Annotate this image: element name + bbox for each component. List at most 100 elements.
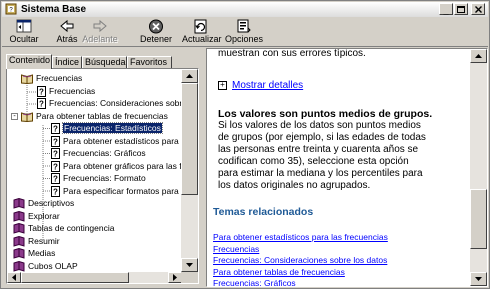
tree-item-label: Descriptivos — [28, 198, 75, 208]
tree-item[interactable]: Frecuencias — [21, 73, 82, 84]
toolbar: Ocultar Atrás Adelante Detener Actualiza… — [2, 18, 488, 47]
tree-horizontal-scrollbar[interactable] — [7, 272, 182, 283]
closed-book-icon — [13, 223, 25, 234]
tab-favorites-label: Favoritos — [130, 57, 168, 67]
scroll-corner — [181, 272, 198, 283]
tree-vertical-scrollbar[interactable] — [181, 69, 198, 272]
body-text-line: las personas entre treinta y cuarenta añ… — [218, 144, 419, 155]
maximize-icon — [457, 5, 465, 13]
arrow-right-icon — [173, 274, 177, 281]
tree-item-label: Tablas de contingencia — [28, 223, 115, 233]
tree-item[interactable]: ? Frecuencias: Consideraciones sobre los … — [37, 98, 182, 109]
svg-text:?: ? — [53, 137, 58, 146]
tab-favorites[interactable]: Favoritos — [127, 56, 172, 68]
tree-item[interactable]: Descriptivos — [13, 198, 74, 209]
related-topic-link[interactable]: Frecuencias: Gráficos — [213, 278, 296, 286]
svg-text:?: ? — [53, 162, 58, 171]
tree-item[interactable]: ? Para especificar formatos para las frec… — [51, 185, 182, 197]
help-page-icon: ? — [51, 135, 60, 147]
refresh-button[interactable]: Actualizar — [182, 18, 222, 46]
tree-item-label: Frecuencias: Gráficos — [63, 148, 146, 158]
refresh-label: Actualizar — [182, 34, 222, 44]
related-topic-link[interactable]: Frecuencias: Consideraciones sobre los d… — [213, 255, 387, 265]
maximize-button[interactable] — [454, 3, 468, 15]
tree-scroll-left-button[interactable] — [7, 272, 21, 283]
topic-pane: muestran con sus errores típicos. + Mostr… — [206, 48, 488, 287]
related-topic-link[interactable]: Para obtener estadísticos para las frecu… — [213, 232, 388, 242]
arrow-down-icon — [186, 263, 193, 267]
back-button[interactable]: Atrás — [54, 18, 80, 46]
related-topic-link[interactable]: Frecuencias — [213, 244, 259, 254]
help-page-icon: ? — [51, 173, 60, 184]
section-heading: Los valores son puntos medios de grupos. — [218, 108, 433, 120]
tab-search[interactable]: Búsqueda — [82, 56, 127, 68]
tree-item[interactable]: Cubos OLAP — [13, 260, 78, 272]
hide-label: Ocultar — [9, 34, 39, 44]
options-icon — [237, 19, 251, 33]
help-book-icon: ? — [5, 3, 17, 15]
show-details-toggle[interactable]: + Mostrar detalles — [218, 80, 303, 92]
svg-text:?: ? — [53, 175, 58, 184]
forward-button[interactable]: Adelante — [82, 18, 118, 46]
topic-scroll-up-button[interactable] — [470, 49, 487, 63]
closed-book-icon — [13, 210, 25, 222]
tree-item[interactable]: ? Para obtener gráficos para las frecuenc… — [51, 160, 182, 172]
body-text-line: para estimar la mediana y los percentile… — [218, 168, 423, 179]
show-details-link[interactable]: Mostrar detalles — [232, 80, 303, 91]
tree-scroll-down-button[interactable] — [181, 258, 198, 272]
tree-item-label: Frecuencias: Estadísticos — [62, 122, 163, 134]
tree-item[interactable]: ? Frecuencias: Gráficos — [51, 148, 146, 159]
tree-item-label: Cubos OLAP — [28, 260, 78, 271]
help-page-icon: ? — [37, 85, 46, 97]
back-label: Atrás — [56, 34, 78, 44]
title-bar[interactable]: ? Sistema Base _ — [2, 2, 488, 17]
closed-book-icon — [13, 248, 25, 259]
related-topic-link[interactable]: Para obtener tablas de frecuencias — [213, 267, 345, 277]
close-window-button[interactable] — [471, 3, 485, 15]
contents-tree-box: Frecuencias? Frecuencias? Frecuencias: Con… — [6, 68, 199, 284]
tree-item[interactable]: Medias — [13, 248, 55, 259]
topic-scroll-down-button[interactable] — [470, 272, 487, 286]
forward-label: Adelante — [82, 34, 118, 44]
contents-tree[interactable]: Frecuencias? Frecuencias? Frecuencias: Con… — [7, 69, 182, 272]
topic-vertical-scrollbar[interactable] — [470, 49, 487, 286]
help-page-icon: ? — [51, 123, 60, 134]
tree-item[interactable]: ? Frecuencias: Estadísticos — [51, 122, 163, 134]
tree-scroll-right-button[interactable] — [168, 272, 182, 283]
tree-item-label: Para obtener estadísticos para las frecu… — [63, 135, 182, 146]
tab-index[interactable]: Índice — [52, 56, 82, 68]
tree-scroll-up-button[interactable] — [181, 69, 198, 83]
tree-item[interactable]: ? Frecuencias: Formato — [51, 173, 146, 184]
expand-plus-icon: + — [218, 80, 227, 90]
tree-item-label: Medias — [28, 248, 56, 258]
tab-contents[interactable]: Contenido — [6, 54, 52, 69]
options-button[interactable]: Opciones — [225, 18, 264, 46]
tree-item-label: Resumir — [28, 235, 60, 246]
closed-book-icon — [13, 260, 25, 272]
help-page-icon: ? — [51, 185, 60, 197]
help-page-icon: ? — [37, 98, 46, 109]
hide-button[interactable]: Ocultar — [8, 18, 40, 46]
tree-collapse-toggle[interactable]: - — [11, 112, 18, 120]
minimize-button[interactable]: _ — [439, 3, 453, 15]
topic-scroll-thumb[interactable] — [470, 189, 487, 249]
tree-item[interactable]: ? Para obtener estadísticos para las frec… — [51, 135, 182, 147]
options-label: Opciones — [225, 34, 264, 44]
arrow-left-icon — [12, 274, 16, 281]
tree-item-label: Para obtener gráficos para las frecuenci… — [63, 160, 182, 171]
window-title: Sistema Base — [21, 4, 87, 15]
tree-item[interactable]: ? Frecuencias — [37, 85, 95, 97]
tree-item-label: Para obtener tablas de frecuencias — [36, 110, 168, 121]
body-text-line: de grupos (por ejemplo, si las edades de… — [218, 132, 426, 143]
topic-content: muestran con sus errores típicos. + Mostr… — [207, 49, 470, 286]
navigation-pane: Contenido Índice Búsqueda Favoritos Frec… — [2, 48, 202, 288]
tree-item[interactable]: Tablas de contingencia — [13, 223, 114, 234]
tab-index-label: Índice — [55, 57, 80, 67]
tree-item[interactable]: Para obtener tablas de frecuencias — [21, 111, 168, 122]
open-book-icon — [21, 111, 33, 122]
stop-button[interactable]: Detener — [140, 18, 172, 46]
tree-scroll-thumb[interactable] — [181, 83, 198, 195]
tree-item[interactable]: Explorar — [13, 210, 60, 222]
tree-item[interactable]: Resumir — [13, 235, 60, 247]
tree-hscroll-thumb[interactable] — [21, 272, 129, 283]
